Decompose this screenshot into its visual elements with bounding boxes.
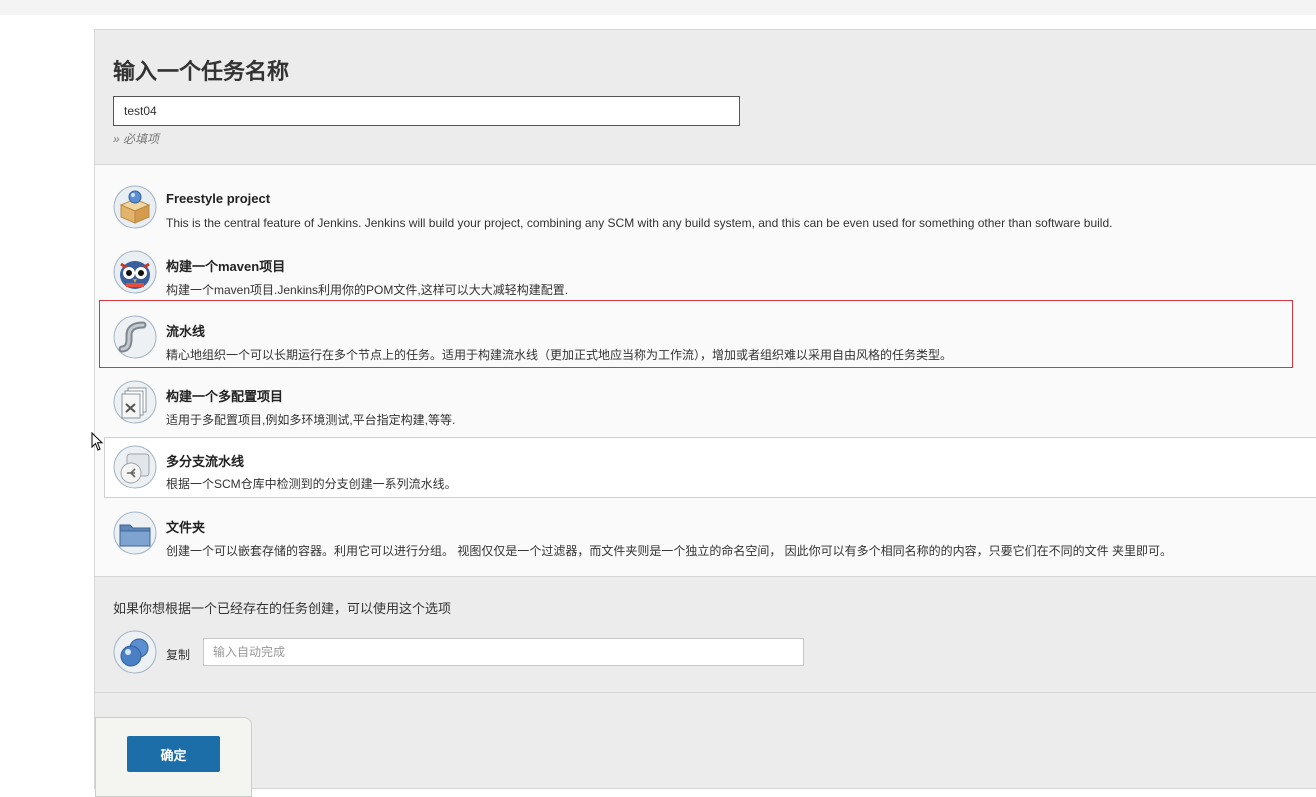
- item-type-label: 流水线: [166, 324, 206, 339]
- ok-button[interactable]: 确定: [127, 736, 220, 772]
- pipeline-pipe-icon: [113, 315, 157, 359]
- page-title: 输入一个任务名称: [113, 59, 290, 84]
- item-type-description: 精心地组织一个可以长期运行在多个节点上的任务。适用于构建流水线（更加正式地应当称…: [166, 348, 953, 362]
- folder-icon: [113, 511, 157, 555]
- item-type-multibranch-pipeline[interactable]: 多分支流水线 根据一个SCM仓库中检测到的分支创建一系列流水线。: [104, 437, 1316, 498]
- item-type-freestyle[interactable]: Freestyle project This is the central fe…: [104, 170, 1316, 234]
- item-type-folder[interactable]: 文件夹 创建一个可以嵌套存储的容器。利用它可以进行分组。 视图仅仅是一个过滤器，…: [104, 496, 1316, 560]
- item-type-description: 根据一个SCM仓库中检测到的分支创建一系列流水线。: [166, 477, 457, 491]
- divider: [95, 576, 1316, 577]
- copy-from-input[interactable]: [203, 638, 804, 666]
- item-type-label: Freestyle project: [166, 191, 271, 206]
- item-type-description: This is the central feature of Jenkins. …: [166, 216, 1113, 230]
- multibranch-pipeline-icon: [113, 445, 157, 489]
- item-type-multi-config[interactable]: 构建一个多配置项目 适用于多配置项目,例如多环境测试,平台指定构建,等等.: [104, 365, 1316, 429]
- item-type-pipeline[interactable]: 流水线 精心地组织一个可以长期运行在多个节点上的任务。适用于构建流水线（更加正式…: [104, 300, 1316, 364]
- item-type-label: 多分支流水线: [166, 454, 245, 469]
- mouse-cursor-icon: [91, 431, 105, 452]
- multi-config-icon: [113, 380, 157, 424]
- freestyle-package-icon: [113, 185, 157, 229]
- top-bar: [0, 0, 1316, 15]
- copy-globe-icon: [113, 630, 157, 674]
- item-type-label: 构建一个maven项目: [166, 259, 286, 274]
- item-type-description: 创建一个可以嵌套存储的容器。利用它可以进行分组。 视图仅仅是一个过滤器，而文件夹…: [166, 544, 1173, 558]
- maven-owl-icon: [113, 250, 157, 294]
- copy-label: 复制: [166, 648, 191, 662]
- divider: [95, 692, 1316, 693]
- item-name-input[interactable]: [113, 96, 740, 126]
- required-hint: » 必填项: [113, 132, 160, 146]
- item-type-label: 构建一个多配置项目: [166, 389, 284, 404]
- item-type-maven[interactable]: 构建一个maven项目 构建一个maven项目.Jenkins利用你的POM文件…: [104, 235, 1316, 299]
- item-type-label: 文件夹: [166, 520, 206, 535]
- item-type-description: 构建一个maven项目.Jenkins利用你的POM文件,这样可以大大减轻构建配…: [166, 283, 569, 297]
- item-type-description: 适用于多配置项目,例如多环境测试,平台指定构建,等等.: [166, 413, 456, 427]
- copy-hint: 如果你想根据一个已经存在的任务创建，可以使用这个选项: [113, 601, 452, 616]
